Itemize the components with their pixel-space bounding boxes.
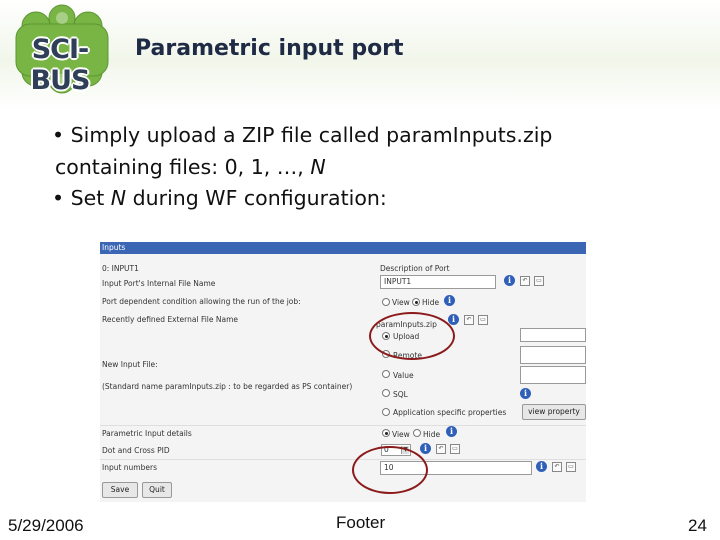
param-hide-radio[interactable] — [413, 429, 421, 437]
dot-cross-label: Dot and Cross PID — [102, 446, 170, 455]
info-icon[interactable]: i — [520, 388, 531, 399]
bullet-set-suffix: during WF configuration: — [126, 186, 387, 210]
info-icon[interactable]: i — [420, 443, 431, 454]
wf-config-panel: Inputs 0: INPUT1 Description of Port Inp… — [100, 242, 586, 502]
dependent-view-radio[interactable] — [382, 298, 390, 306]
sql-label: SQL — [393, 390, 408, 399]
param-view-label: View — [392, 430, 410, 439]
value-field[interactable] — [520, 366, 586, 384]
internal-name-field[interactable]: INPUT1 — [380, 275, 496, 289]
new-input-file-label: New Input File: — [102, 360, 158, 369]
undo-icon[interactable]: ↶ — [436, 444, 446, 454]
page-number: 24 — [688, 516, 707, 535]
info-icon[interactable]: i — [536, 461, 547, 472]
save-button[interactable]: Save — [102, 482, 138, 498]
parametric-details-label: Parametric Input details — [102, 429, 192, 438]
footer-text: Footer — [336, 513, 386, 532]
divider — [100, 459, 586, 460]
remote-field[interactable] — [520, 346, 586, 364]
bullet-continuation: containing files: 0, 1, …, N — [55, 152, 695, 184]
bullet-set-n: • Set N during WF configuration: — [52, 183, 695, 215]
port-id-label: 0: INPUT1 — [102, 264, 139, 273]
highlight-upload-ring — [369, 312, 455, 360]
param-view-radio[interactable] — [382, 429, 390, 437]
footer-date: 5/29/2006 — [8, 516, 84, 535]
page-title: Parametric input port — [135, 36, 404, 61]
undo-icon[interactable]: ↶ — [552, 462, 562, 472]
info-icon[interactable]: i — [446, 426, 457, 437]
view-property-button[interactable]: view property — [522, 404, 586, 420]
param-hide-label: Hide — [423, 430, 441, 439]
logo-text: SCI-BUS — [30, 34, 91, 96]
dependent-hide-radio[interactable] — [412, 298, 420, 306]
port-description-label: Description of Port — [380, 264, 450, 273]
value-radio[interactable] — [382, 370, 390, 378]
standard-name-label: (Standard name paramInputs.zip : to be r… — [102, 382, 353, 391]
info-icon[interactable]: i — [448, 314, 459, 325]
sql-radio[interactable] — [382, 389, 390, 397]
app-specific-radio[interactable] — [382, 408, 390, 416]
bullet-files-text: containing files: 0, 1, …, — [55, 154, 311, 179]
save-small-icon[interactable]: ▭ — [478, 315, 488, 325]
dependent-view-label: View — [392, 298, 410, 307]
dependent-condition-label: Port dependent condition allowing the ru… — [102, 297, 301, 306]
bullet-list: • Simply upload a ZIP file called paramI… — [52, 120, 695, 215]
info-icon[interactable]: i — [504, 275, 515, 286]
save-small-icon[interactable]: ▭ — [566, 462, 576, 472]
value-label: Value — [393, 371, 414, 380]
internal-name-label: Input Port's Internal File Name — [102, 279, 216, 288]
undo-icon[interactable]: ↶ — [464, 315, 474, 325]
bullet-n-var: N — [310, 154, 326, 179]
divider — [100, 425, 586, 426]
dependent-hide-label: Hide — [422, 298, 440, 307]
undo-icon[interactable]: ↶ — [520, 276, 530, 286]
quit-button[interactable]: Quit — [142, 482, 172, 498]
bullet-set-prefix: • Set — [52, 186, 111, 210]
info-icon[interactable]: i — [444, 295, 455, 306]
highlight-input-numbers-ring — [352, 446, 428, 494]
save-small-icon[interactable]: ▭ — [450, 444, 460, 454]
inputs-header: Inputs — [100, 242, 586, 254]
upload-file-field[interactable] — [520, 328, 586, 342]
recent-file-label: Recently defined External File Name — [102, 315, 238, 324]
save-small-icon[interactable]: ▭ — [534, 276, 544, 286]
bullet-upload-zip: • Simply upload a ZIP file called paramI… — [52, 123, 553, 147]
app-specific-label: Application specific properties — [393, 408, 507, 417]
input-numbers-label: Input numbers — [102, 463, 157, 472]
bullet-set-var: N — [110, 186, 127, 210]
